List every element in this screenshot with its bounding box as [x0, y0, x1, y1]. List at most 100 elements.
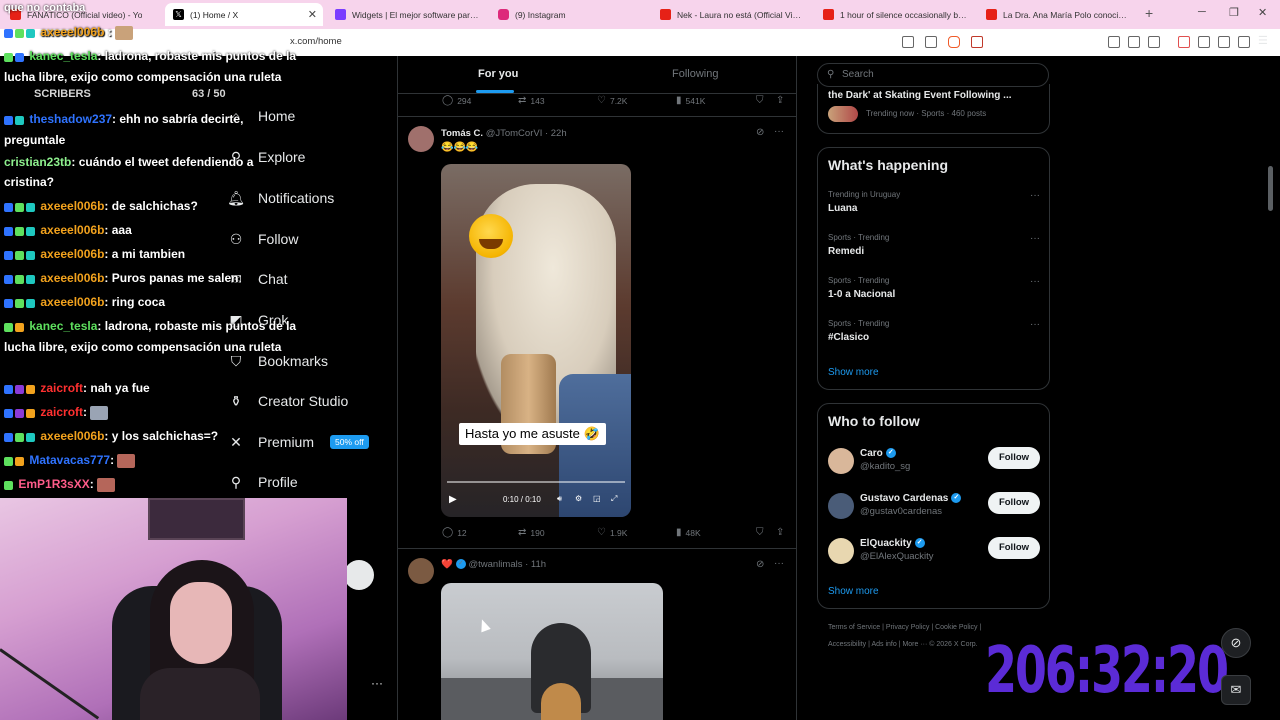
tweet-actions: ◯ 12 ⇄ 190 ♡ 1.9K ▮ 48K ⛉ ⇪ — [442, 527, 788, 541]
views-button[interactable]: ▮ 48K — [676, 527, 701, 538]
whats-happening-card: What's happening Trending in Uruguay Luan… — [817, 147, 1050, 390]
browser-tab[interactable]: (9) Instagram — [490, 3, 650, 26]
follow-suggestion[interactable]: ElQuackity ✓ @ElAlexQuackity Follow — [828, 537, 1040, 569]
follow-button[interactable]: Follow — [988, 537, 1040, 559]
verified-icon: ✓ — [951, 493, 962, 504]
tweet-author[interactable]: Tomás C. @JTomCorVI · 22h — [441, 128, 567, 139]
video-progress[interactable] — [447, 481, 625, 483]
fullscreen-icon[interactable]: ⤢ — [611, 494, 617, 504]
timeline: For you Following ◯ 294 ⇄ 143 ♡ 7.2K ▮ 541K … — [397, 56, 797, 720]
share-button[interactable]: ⇪ — [776, 527, 784, 538]
trend-item[interactable]: Sports · Trending 1-0 a Nacional ··· — [828, 276, 1040, 306]
repost-icon: ⇄ — [518, 95, 527, 106]
follow-button[interactable]: Follow — [988, 447, 1040, 469]
show-more-link[interactable]: Show more — [828, 586, 879, 597]
video-player[interactable] — [441, 583, 663, 720]
bookmark-icon: ⛉ — [756, 95, 764, 106]
follow-suggestion[interactable]: Caro ✓ @kadito_sg Follow — [828, 447, 1040, 479]
more-icon[interactable]: ··· — [1030, 190, 1040, 201]
messages-icon[interactable]: ✉ — [1221, 675, 1251, 705]
browser-tab[interactable]: Nek - Laura no está (Official Video) — [652, 3, 812, 26]
follow-suggestion[interactable]: Gustavo Cardenas ✓ @gustav0cardenas Follo… — [828, 492, 1040, 524]
more-icon[interactable]: ··· — [1030, 233, 1040, 244]
video-caption: Hasta yo me asuste 🤣 — [459, 423, 606, 445]
browser-tab[interactable]: 1 hour of silence occasionally broke — [815, 3, 975, 26]
trend-item[interactable]: Trending in Uruguay Luana ··· — [828, 190, 1040, 220]
search-icon: ⚲ — [827, 69, 835, 80]
avatar[interactable] — [408, 558, 434, 584]
sidebar-icon[interactable] — [1148, 36, 1160, 48]
pip-icon[interactable]: ◲ — [593, 494, 601, 503]
trending-card-top[interactable]: the Dark' at Skating Event Following ...… — [817, 84, 1050, 134]
grok-icon[interactable]: ⊘ — [756, 559, 764, 570]
new-tab-icon[interactable]: + — [1145, 5, 1153, 21]
close-window-icon[interactable]: ✕ — [1258, 6, 1267, 19]
repost-button[interactable]: ⇄ 143 — [518, 95, 545, 106]
bookmark-button[interactable]: ⛉ — [756, 527, 764, 538]
divider — [398, 116, 796, 117]
share-icon[interactable] — [925, 36, 937, 48]
footer-links[interactable]: Terms of Service | Privacy Policy | Cook… — [828, 624, 981, 631]
avatar[interactable] — [408, 126, 434, 152]
like-button[interactable]: ♡ 1.9K — [597, 527, 627, 538]
chat-line: que no contaba — [4, 2, 86, 14]
share-button[interactable]: ⇪ — [776, 95, 784, 106]
like-button[interactable]: ♡ 7.2K — [597, 95, 627, 106]
follow-button[interactable]: Follow — [988, 492, 1040, 514]
views-button[interactable]: ▮ 541K — [676, 95, 705, 106]
chat-line: EmP1R3sXX: — [4, 474, 304, 495]
emote-icon — [117, 453, 136, 468]
reply-button[interactable]: ◯ 12 — [442, 527, 467, 538]
reply-button[interactable]: ◯ 294 — [442, 95, 471, 106]
views-icon: ▮ — [676, 527, 682, 538]
more-icon[interactable]: ··· — [774, 126, 784, 137]
laughing-emoji-icon — [469, 214, 513, 258]
chat-line: axeeel006b: aaa — [4, 220, 304, 241]
screen-cast-icon[interactable] — [902, 36, 914, 48]
menu-icon[interactable]: ☰ — [1258, 36, 1270, 48]
youtube-icon — [986, 9, 997, 20]
brave-rewards-icon[interactable] — [971, 36, 983, 48]
extension-icon[interactable] — [1108, 36, 1120, 48]
trend-item[interactable]: Sports · Trending #Clasico ··· — [828, 319, 1040, 349]
browser-tab[interactable]: La Dra. Ana María Polo conoció a su — [978, 3, 1138, 26]
grok-icon[interactable]: ⊘ — [756, 127, 764, 138]
scrollbar-thumb[interactable] — [1268, 166, 1273, 211]
tweet-author[interactable]: ❤️ ✓ @twanlimals · 11h — [441, 559, 546, 570]
grok-icon[interactable]: ⊘ — [1221, 628, 1251, 658]
avatar — [828, 538, 854, 564]
browser-tab[interactable]: Widgets | El mejor software para pd — [327, 3, 487, 26]
views-icon: ▮ — [676, 95, 682, 106]
video-player[interactable]: Hasta yo me asuste 🤣 ▶ 0:10 / 0:10 🔊︎ ⚙ … — [441, 164, 631, 517]
chat-line: axeeel006b: a mi tambien — [4, 244, 304, 265]
minimize-icon[interactable]: ─ — [1198, 6, 1206, 18]
maximize-icon[interactable]: ❐ — [1229, 6, 1239, 19]
bookmark-button[interactable]: ⛉ — [756, 95, 764, 106]
puzzle-icon[interactable] — [1128, 36, 1140, 48]
wallet-icon[interactable] — [1218, 36, 1230, 48]
more-icon[interactable]: ··· — [371, 676, 383, 690]
brave-shield-icon[interactable] — [948, 36, 960, 48]
more-icon[interactable]: ··· — [1030, 319, 1040, 330]
section-title: What's happening — [828, 157, 948, 173]
download-icon[interactable] — [1178, 36, 1190, 48]
post-button[interactable] — [344, 560, 374, 590]
play-icon[interactable]: ▶ — [449, 494, 457, 505]
section-title: Who to follow — [828, 413, 920, 429]
settings-icon[interactable]: ⚙ — [575, 494, 582, 503]
trend-item[interactable]: Sports · Trending Remedi ··· — [828, 233, 1040, 263]
repost-button[interactable]: ⇄ 190 — [518, 527, 545, 538]
leo-ai-icon[interactable] — [1238, 36, 1250, 48]
more-icon[interactable]: ··· — [1030, 276, 1040, 287]
heart-icon: ♡ — [597, 95, 606, 106]
show-more-link[interactable]: Show more — [828, 367, 879, 378]
chat-line: axeeel006b: y los salchichas=? — [4, 426, 304, 447]
tab-following[interactable]: Following — [672, 68, 718, 80]
avatar — [828, 493, 854, 519]
verified-icon: ✓ — [885, 448, 896, 459]
music-icon[interactable] — [1198, 36, 1210, 48]
volume-icon[interactable]: 🔊︎ — [557, 494, 562, 504]
more-icon[interactable]: ··· — [774, 558, 784, 569]
tab-for-you[interactable]: For you — [478, 68, 518, 80]
footer-links[interactable]: Accessibility | Ads info | More ··· © 20… — [828, 641, 978, 648]
